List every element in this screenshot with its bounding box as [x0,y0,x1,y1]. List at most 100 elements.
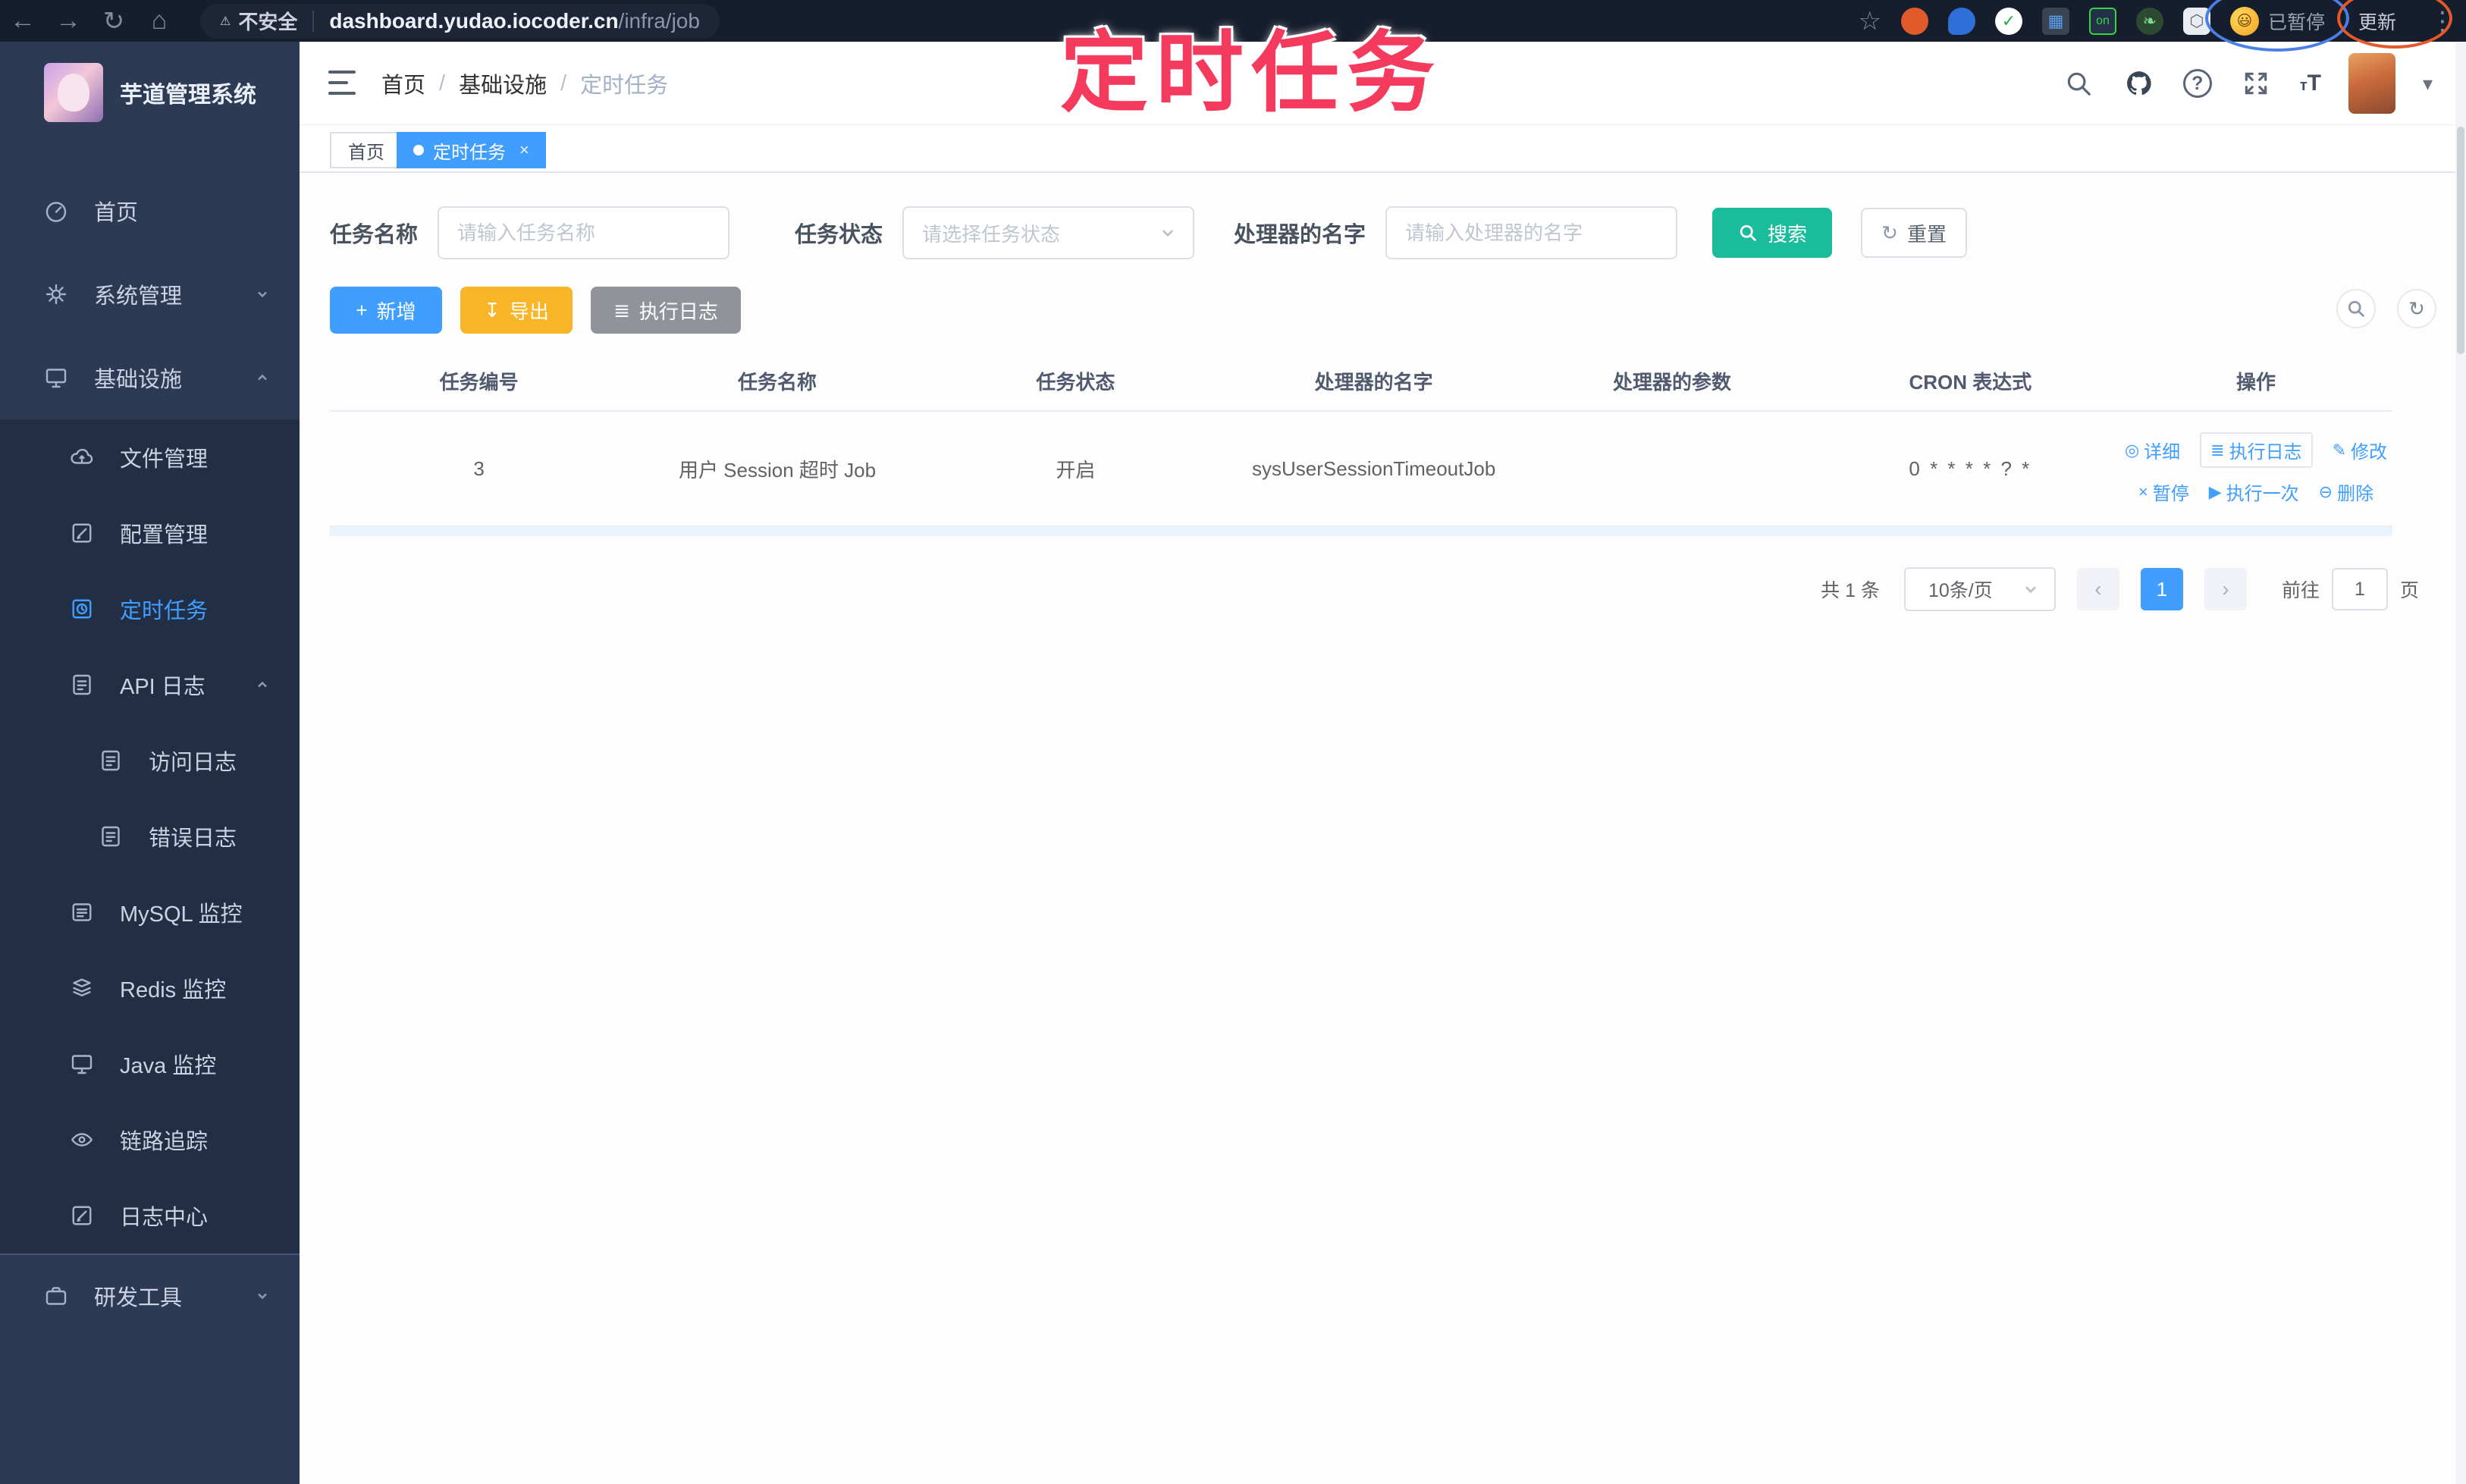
profile-paused-badge: 已暂停 [2267,11,2325,33]
search-icon[interactable] [2062,67,2095,100]
user-avatar[interactable] [2348,53,2395,114]
add-button-label: 新增 [376,300,416,323]
pause-link[interactable]: × 暂停 [2138,478,2189,505]
exec-log-button[interactable]: ≣ 执行日志 [591,287,741,334]
url-host[interactable]: dashboard.yudao.iocoder.cn [329,9,618,33]
prev-page-button[interactable]: ‹ [2076,568,2119,610]
puzzle-icon[interactable]: ⬡ [2182,7,2210,35]
breadcrumb-infra[interactable]: 基础设施 [459,67,547,99]
sidebar-item-infra[interactable]: 基础设施 [0,336,300,419]
security-label[interactable]: 不安全 [238,7,297,35]
table-row[interactable]: 3 用户 Session 超时 Job 开启 sysUserSessionTim… [330,412,2392,527]
export-button[interactable]: ↧ 导出 [460,287,573,334]
sidebar-item-access-log[interactable]: 访问日志 [0,723,300,798]
edit-icon [72,523,92,543]
sidebar-item-api-log[interactable]: API 日志 [0,647,300,723]
jobs-table: 任务编号 任务名称 任务状态 处理器的名字 处理器的参数 CRON 表达式 操作… [330,351,2392,536]
job-name-label: 任务名称 [330,223,419,247]
cell-job-id: 3 [473,456,485,480]
job-status-label: 任务状态 [795,223,883,247]
caret-down-icon[interactable]: ▾ [2423,72,2433,96]
search-button[interactable]: 搜索 [1712,208,1833,258]
extension-grid-icon[interactable]: ▦ [2041,7,2069,35]
forward-icon[interactable]: → [45,6,91,36]
run-once-link[interactable]: ▶ 执行一次 [2209,478,2299,505]
hamburger-icon[interactable] [328,71,356,95]
sidebar-item-files[interactable]: 文件管理 [0,419,300,495]
sidebar-item-error-log[interactable]: 错误日志 [0,798,300,874]
active-dot [413,145,424,155]
back-icon[interactable]: ← [0,6,45,36]
sidebar-item-system[interactable]: 系统管理 [0,253,300,336]
sidebar-item-devtools[interactable]: 研发工具 [0,1253,300,1337]
goto-page-input[interactable] [2331,568,2388,610]
page-scrollbar[interactable] [2455,42,2466,1484]
sidebar-item-redis[interactable]: Redis 监控 [0,950,300,1026]
bookmark-star-icon[interactable]: ☆ [1858,6,1881,36]
column-header: 处理器的名字 [1314,370,1433,394]
sidebar-item-label: 定时任务 [120,599,209,623]
breadcrumb-current: 定时任务 [580,74,669,98]
sidebar-item-label: 研发工具 [94,1286,183,1310]
page-unit-label: 页 [2399,580,2419,601]
close-icon[interactable]: × [519,140,529,160]
sidebar-item-config[interactable]: 配置管理 [0,495,300,571]
app-logo-row[interactable]: 芋道管理系统 [0,42,300,142]
help-icon[interactable]: ? [2182,69,2212,98]
extension-icon[interactable] [1947,7,1975,35]
tab-scheduled-jobs[interactable]: 定时任务 × [397,132,546,168]
sidebar-item-java[interactable]: Java 监控 [0,1026,300,1102]
chevron-up-icon [258,681,267,688]
column-header: 任务编号 [439,370,519,394]
total-count: 共 1 条 [1821,580,1880,601]
exec-log-link[interactable]: ≣ 执行日志 [2200,432,2313,468]
scrollbar-thumb[interactable] [2457,127,2464,354]
sidebar-item-label: 文件管理 [120,447,209,472]
cell-job-name: 用户 Session 超时 Job [678,458,877,482]
delete-icon: ⊖ [2318,482,2333,501]
page-size-select[interactable]: 10条/页 [1903,567,2056,611]
edit-icon [72,1206,92,1225]
log-icon [102,826,120,847]
extension-check-icon[interactable]: ✓ [1994,7,2022,35]
chevron-down-icon [2025,586,2036,594]
pagination: 共 1 条 10条/页 ‹ 1 › 前往 页 [1821,566,2419,612]
sidebar-item-mysql[interactable]: MySQL 监控 [0,874,300,950]
sidebar-item-trace[interactable]: 链路追踪 [0,1102,300,1178]
extension-icon[interactable] [1900,7,1928,35]
add-button[interactable]: + 新增 [330,287,442,334]
kebab-menu-icon[interactable]: ⋮ [2430,6,2455,36]
sidebar-item-scheduled-jobs[interactable]: 定时任务 [0,571,300,647]
fullscreen-icon[interactable] [2239,67,2273,100]
stack-icon [73,978,91,996]
page-1-button[interactable]: 1 [2140,568,2183,610]
sidebar-item-home[interactable]: 首页 [0,169,300,253]
sidebar-item-log-center[interactable]: 日志中心 [0,1178,300,1253]
refresh-button[interactable]: ↻ [2397,289,2436,328]
tab-home[interactable]: 首页 [330,132,403,168]
font-size-icon[interactable]: тT [2300,71,2321,96]
column-header: 任务状态 [1036,370,1115,394]
job-status-select[interactable]: 请选择任务状态 [902,206,1195,259]
extension-leaf-icon[interactable]: ❧ [2135,7,2163,35]
github-icon[interactable] [2122,67,2156,100]
reset-button[interactable]: ↻ 重置 [1861,208,1968,258]
breadcrumb-home[interactable]: 首页 [381,67,425,99]
next-page-button[interactable]: › [2204,568,2247,610]
chevron-up-icon [258,374,267,381]
reload-icon[interactable]: ↻ [91,6,136,36]
job-name-input[interactable] [438,206,730,259]
toggle-search-button[interactable] [2336,289,2376,328]
handler-name-input[interactable] [1385,206,1678,259]
extension-on-icon[interactable]: on [2088,7,2116,35]
database-icon [72,903,92,921]
home-icon[interactable]: ⌂ [136,6,182,36]
address-bar[interactable]: ⚠ 不安全 dashboard.yudao.iocoder.cn/infra/j… [200,3,720,39]
detail-link[interactable]: ◎ 详细 [2125,437,2180,463]
url-path[interactable]: /infra/job [619,9,700,33]
delete-link[interactable]: ⊖ 删除 [2319,478,2373,505]
sidebar-menu: 首页 系统管理 基础设施 文件管理 配置管理 定时任务 API 日志 访问日志 … [0,169,300,1484]
profile-chip[interactable]: 😃 已暂停 [2229,6,2325,36]
edit-link[interactable]: ✎ 修改 [2333,437,2387,463]
update-button[interactable]: 更新 [2345,3,2410,39]
